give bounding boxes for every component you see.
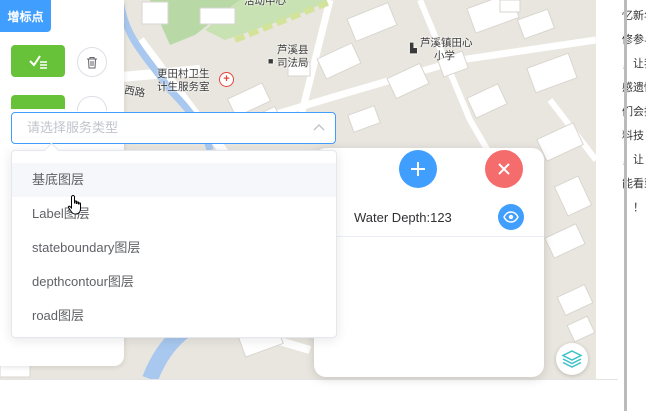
layer-panel: Water Depth:123 <box>314 148 544 377</box>
toggle-visibility-button[interactable] <box>498 204 524 230</box>
map-label-clinic: 更田村卫生 计生服务室 <box>157 68 210 94</box>
chevron-up-icon <box>313 124 325 131</box>
map-label-court-line2: 司法局 <box>277 57 309 69</box>
edit-marker-button[interactable] <box>11 45 65 77</box>
map-layers-button[interactable] <box>556 343 588 375</box>
map-label-court: 芦溪县 司法局 <box>277 44 309 70</box>
option-road-layer[interactable]: road图层 <box>12 299 336 333</box>
check-list-icon <box>29 55 47 69</box>
delete-marker-button[interactable] <box>77 47 107 77</box>
trash-icon <box>87 56 97 68</box>
close-icon <box>498 163 510 175</box>
school-icon: ▙ <box>410 43 417 53</box>
map-label-court-line1: 芦溪县 <box>277 44 309 56</box>
hospital-icon: + <box>219 72 234 87</box>
option-depthcontour-layer[interactable]: depthcontour图层 <box>12 265 336 299</box>
map-label-clinic-line1: 更田村卫生 <box>157 68 210 80</box>
poi-dot: ■ <box>268 56 274 66</box>
add-layer-button[interactable] <box>399 150 437 188</box>
page-scrollbar[interactable] <box>624 0 627 411</box>
service-type-placeholder: 请选择服务类型 <box>27 120 119 135</box>
map-label-clinic-line2: 计生服务室 <box>157 81 210 93</box>
layer-row-text: Water Depth:123 <box>354 210 452 225</box>
second-circle-button[interactable] <box>77 96 107 111</box>
hand-cursor-icon <box>67 194 81 215</box>
option-stateboundary-layer[interactable]: stateboundary图层 <box>12 231 336 265</box>
service-type-dropdown: 基底图层 Label图层 stateboundary图层 depthcontou… <box>11 150 337 338</box>
page-footer-area <box>0 379 618 412</box>
option-label-layer[interactable]: Label图层 <box>12 197 336 231</box>
layer-row: Water Depth:123 <box>314 200 544 237</box>
eye-icon <box>503 211 519 223</box>
layers-icon <box>561 350 583 368</box>
close-panel-button[interactable] <box>485 150 523 188</box>
service-type-select[interactable]: 请选择服务类型 <box>11 112 336 144</box>
map-label-activity-center: 活动中心 <box>244 0 286 7</box>
plus-icon <box>411 162 425 176</box>
map-label-school: 芦溪镇田心 小学 <box>420 37 473 63</box>
add-marker-button[interactable]: 增标点 <box>0 0 51 32</box>
second-green-button[interactable] <box>11 95 65 109</box>
page-gutter <box>596 0 618 411</box>
article-text-strip: 忆新年 修参与 ，让我 感遗憾 们会把 料技 ，让 能看到 ！！ <box>618 0 646 411</box>
option-base-layer[interactable]: 基底图层 <box>12 163 336 197</box>
map-label-school-line1: 芦溪镇田心 <box>420 37 473 49</box>
map-label-school-line2: 小学 <box>434 50 455 62</box>
